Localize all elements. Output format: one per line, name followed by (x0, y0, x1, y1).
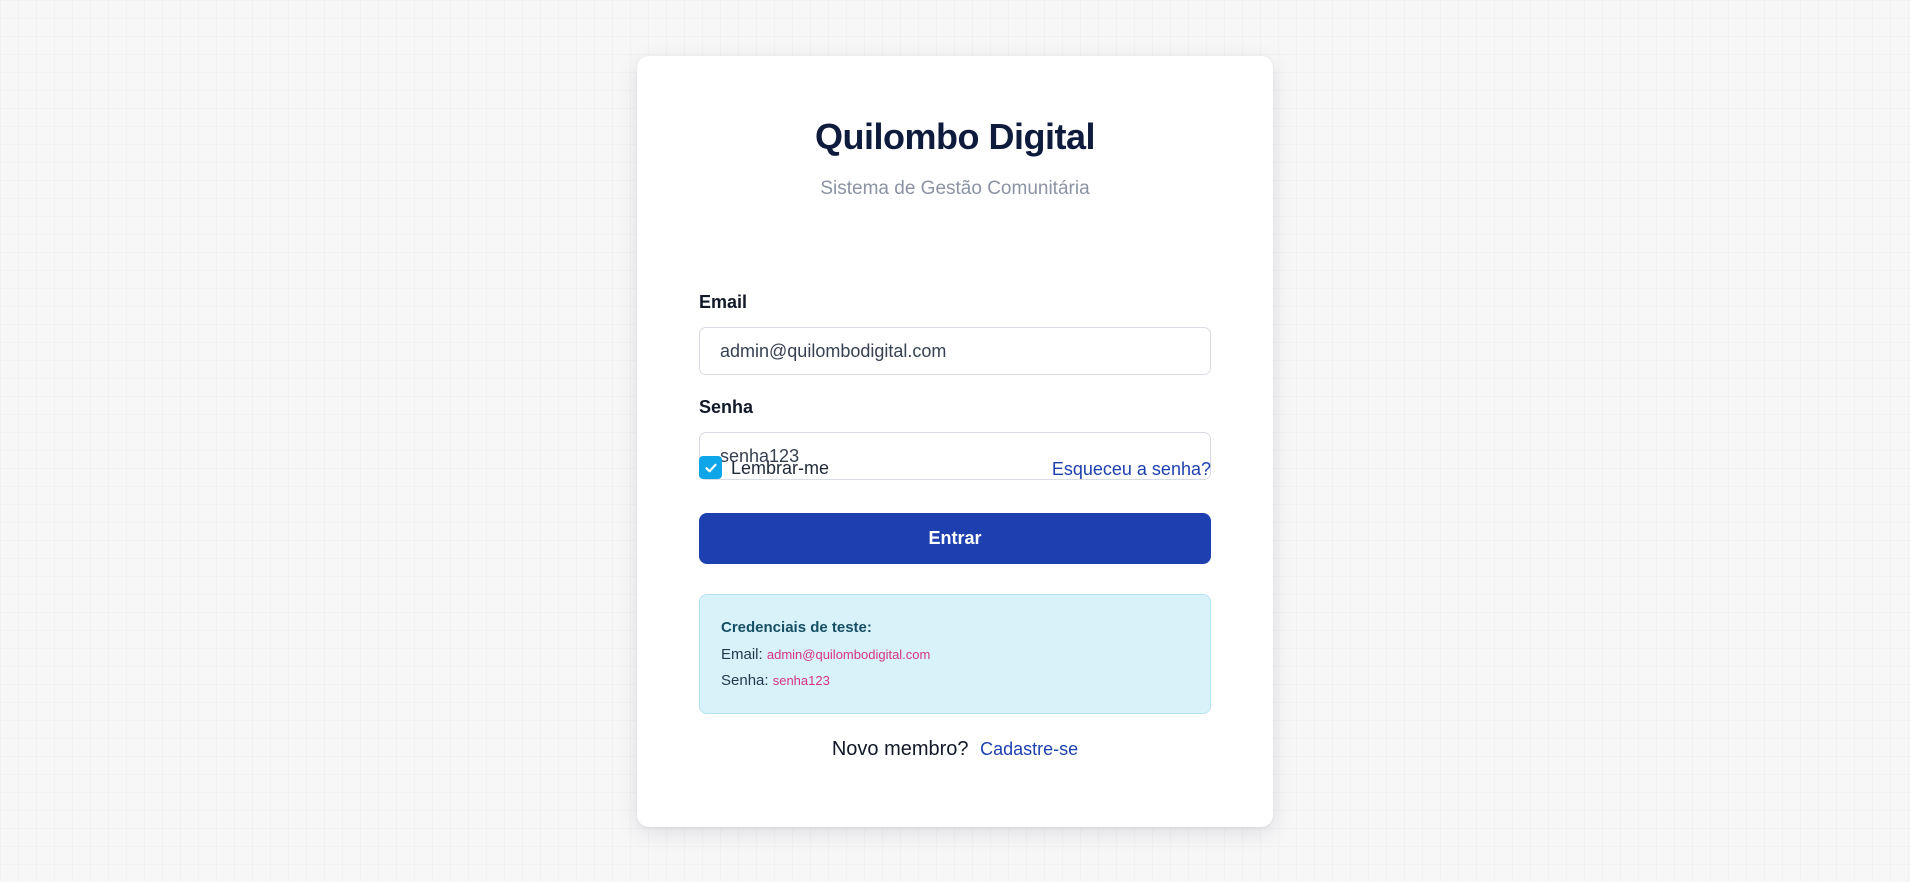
test-password-label: Senha: (721, 672, 769, 689)
test-email-line: Email: admin@quilombodigital.com (721, 645, 1189, 664)
login-button[interactable]: Entrar (699, 513, 1211, 564)
remember-label[interactable]: Lembrar-me (731, 456, 829, 480)
login-card: Quilombo Digital Sistema de Gestão Comun… (637, 56, 1273, 827)
forgot-password-link[interactable]: Esqueceu a senha? (1052, 457, 1211, 481)
checkmark-icon (704, 463, 717, 472)
test-email-value: admin@quilombodigital.com (766, 647, 931, 662)
app-subtitle: Sistema de Gestão Comunitária (820, 178, 1090, 199)
test-email-label: Email: (721, 646, 763, 663)
signup-row: Novo membro? Cadastre-se (637, 736, 1273, 762)
test-credentials-heading: Credenciais de teste: (721, 619, 872, 636)
test-credentials-box: Credenciais de teste: Email: admin@quilo… (699, 594, 1211, 714)
test-password-line: Senha: senha123 (721, 671, 1189, 690)
password-label: Senha (699, 397, 754, 417)
remember-row: Lembrar-me Esqueceu a senha? (699, 455, 1211, 481)
email-input[interactable] (699, 327, 1211, 375)
app-title: Quilombo Digital (815, 116, 1095, 157)
signup-prompt: Novo membro? (831, 738, 969, 760)
email-label: Email (699, 292, 748, 312)
signup-link[interactable]: Cadastre-se (980, 739, 1078, 759)
test-password-value: senha123 (772, 673, 830, 688)
remember-checkbox[interactable] (699, 456, 722, 479)
